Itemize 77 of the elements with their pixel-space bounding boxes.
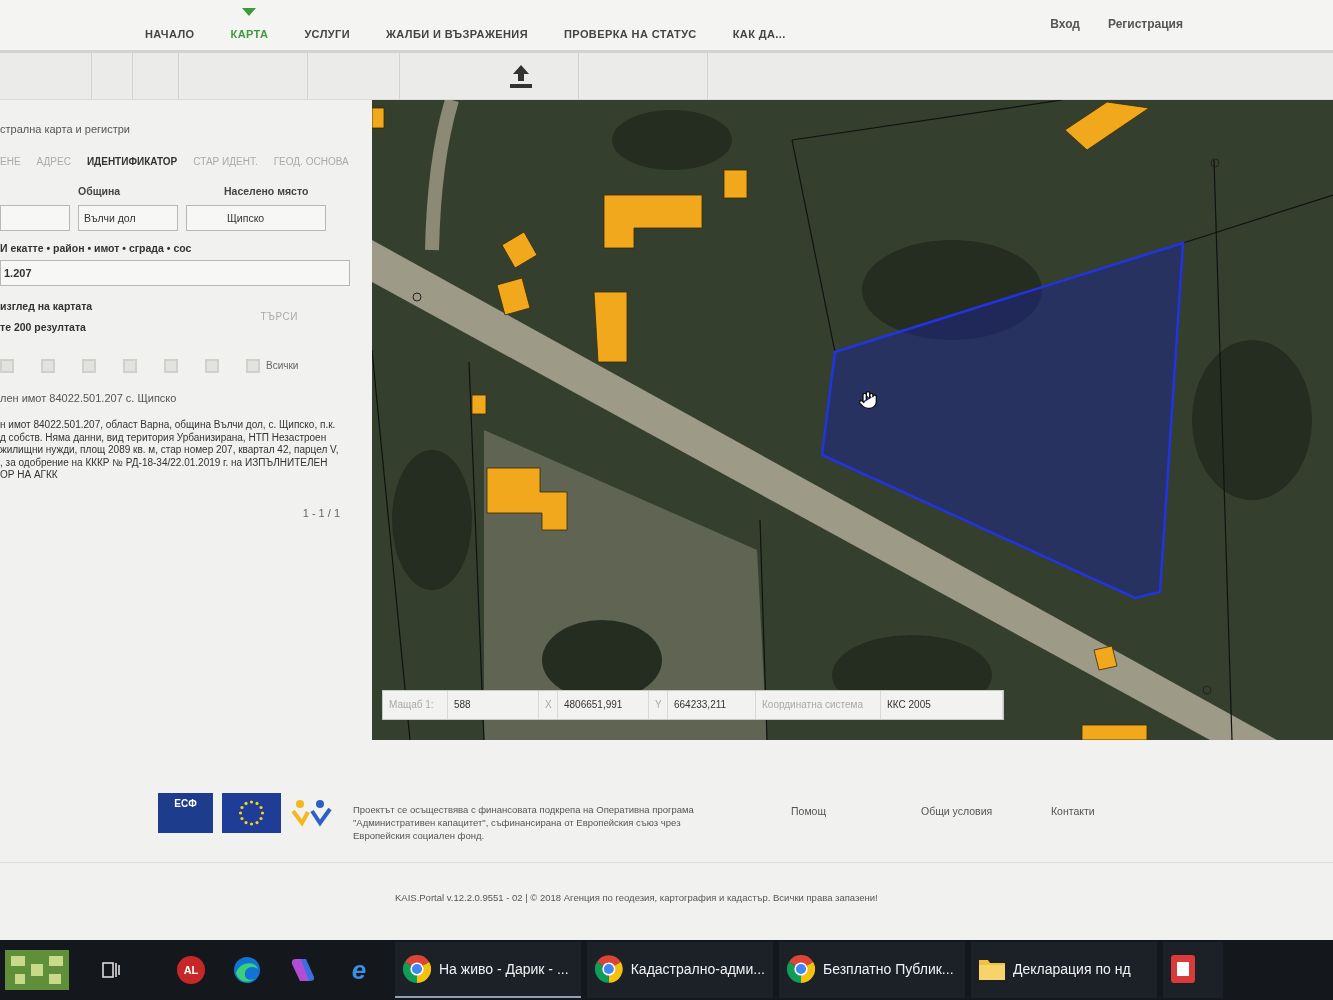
checkbox-label[interactable]: Всички: [266, 360, 299, 372]
taskbar-window-button[interactable]: Кадастрално-адми...: [587, 942, 773, 998]
survey-point-icon: [1210, 158, 1220, 168]
checkbox[interactable]: [164, 359, 178, 373]
scale-label: Мащаб 1:: [383, 691, 448, 719]
document-icon: [1171, 955, 1195, 983]
ribbon-icon: [289, 956, 317, 984]
segmented-circle-icon: [787, 955, 815, 983]
panel-title: стрална карта и регистри: [0, 122, 131, 136]
select-field[interactable]: [0, 205, 70, 231]
wave-circle-icon: [233, 956, 261, 984]
taskbar-app-button[interactable]: e: [331, 940, 387, 1000]
identifier-field[interactable]: 1.207: [0, 260, 350, 286]
checkbox[interactable]: [123, 359, 137, 373]
survey-point-icon: [1202, 685, 1212, 695]
copyright-text: KAIS.Portal v.12.2.0.9551 - 02 | © 2018 Агенция по геодезия, картография и кадастър. Всички права запазени!: [395, 892, 878, 903]
x-label: X: [539, 691, 558, 719]
checkbox[interactable]: [82, 359, 96, 373]
result-title[interactable]: лен имот 84022.501.207 с. Щипско: [0, 391, 372, 405]
account-link[interactable]: Регистрация: [1107, 17, 1183, 31]
building: [593, 291, 628, 363]
checkbox[interactable]: [0, 359, 14, 373]
esf-logo: ЕСФ: [158, 793, 213, 833]
nav-tab[interactable]: НАЧАЛО: [145, 28, 195, 41]
building: [1081, 724, 1148, 740]
building: [723, 169, 748, 199]
nav-tab[interactable]: УСЛУГИ: [304, 28, 350, 41]
flag-icon: [222, 793, 281, 833]
survey-point-icon: [412, 292, 422, 302]
pagination-text: 1 - 1 / 1: [302, 506, 340, 519]
segmented-circle-icon: [595, 955, 623, 983]
map-view-option: изглед на картата: [0, 299, 93, 313]
field-label: Община: [78, 185, 122, 197]
checkbox[interactable]: [205, 359, 219, 373]
y-label: Y: [649, 691, 668, 719]
segmented-circle-icon: [403, 955, 431, 983]
checkbox[interactable]: [41, 359, 55, 373]
crs-label: Координатна система: [756, 691, 881, 719]
scale-value: 588: [448, 691, 539, 719]
funding-note: Проектът се осъществява с финансовата подкрепа на Оперативна програма "Административен капацитет", съфинансирана от Европейския съюз чрез Европейския социален фонд.: [353, 803, 695, 842]
taskbar-app-button[interactable]: AL: [163, 940, 219, 1000]
search-tab[interactable]: ИДЕНТИФИКАТОР: [86, 156, 178, 168]
building: [501, 231, 538, 269]
taskbar-window-button[interactable]: Безплатно Публик...: [779, 942, 965, 998]
y-coordinate: 664233,211: [668, 691, 756, 719]
select-field[interactable]: Вълчи дол: [78, 205, 178, 231]
active-marker-icon: [242, 8, 257, 16]
figures-logo-icon: [290, 799, 334, 827]
letters-icon: AL: [177, 956, 205, 984]
building: [471, 394, 487, 415]
building: [496, 277, 531, 316]
checkbox[interactable]: [246, 359, 260, 373]
thumbnail-icon: [5, 950, 69, 990]
x-coordinate: 4806651,991: [558, 691, 649, 719]
footer-link[interactable]: Контакти: [1051, 805, 1095, 817]
letter-e-icon: e: [345, 956, 373, 984]
results-limit: те 200 резултата: [0, 320, 87, 334]
nav-tab[interactable]: ЖАЛБИ И ВЪЗРАЖЕНИЯ: [386, 28, 528, 41]
taskbar-window-button[interactable]: На живо - Дарик - ...: [395, 942, 581, 998]
select-field[interactable]: Щипско: [186, 205, 326, 231]
nav-tab[interactable]: ПРОВЕРКА НА СТАТУС: [564, 28, 697, 41]
building: [1093, 645, 1118, 671]
taskbar-window-button[interactable]: Декларация по нд: [971, 942, 1157, 998]
upload-icon: [508, 63, 534, 89]
crs-value: ККС 2005: [881, 691, 1003, 719]
building: [372, 107, 385, 129]
folder-icon: [979, 958, 1005, 980]
hand-cursor-icon: [858, 390, 878, 410]
field-label: Населено място: [223, 185, 310, 197]
result-description: н имот 84022.501.207, област Варна, община Вълчи дол, с. Щипско, п.к. д собств. Няма данни, вид територия Урбанизирана, НТП Незастроен жилищни нужди, площ 2089 кв. м, стар номер 207, квартал 42, парцел V, , за одобрение на КККР № РД-18-34/22.01.2019 г. на ИЗПЪЛНИТЕЛЕН ОР НА АГКК: [0, 419, 340, 482]
taskbar-window-button[interactable]: [1163, 942, 1223, 998]
account-link[interactable]: Вход: [1050, 17, 1080, 31]
nav-tab[interactable]: КАК ДА...: [732, 28, 786, 41]
task-view-icon: [101, 960, 121, 980]
field-label: И екатте • район • имот • сграда • сос: [0, 241, 193, 255]
footer-link[interactable]: Общи условия: [921, 805, 993, 817]
footer-link[interactable]: Помощ: [791, 805, 827, 817]
